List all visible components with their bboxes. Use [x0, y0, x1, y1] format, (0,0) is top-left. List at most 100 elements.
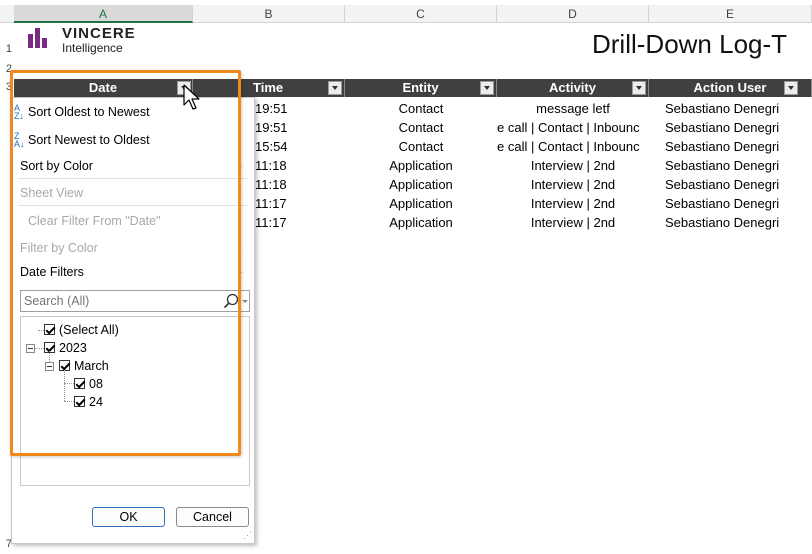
- cell-entity[interactable]: Application: [345, 156, 497, 175]
- header-activity-label: Activity: [549, 80, 596, 95]
- sort-oldest-to-newest[interactable]: A Z↓ Sort Oldest to Newest: [14, 102, 150, 122]
- cell-time[interactable]: 11:18: [255, 156, 287, 175]
- cell-action-user[interactable]: Sebastiano Denegri: [665, 194, 812, 213]
- cell-activity[interactable]: Interview | 2nd: [497, 213, 649, 232]
- collapse-icon[interactable]: [45, 362, 54, 371]
- activity-filter-button[interactable]: [632, 81, 646, 95]
- table-header-row: Date Time Entity Activity Action User: [14, 79, 812, 97]
- column-header-strip: A B C D E: [0, 5, 812, 23]
- clear-filter-label: Clear Filter From "Date": [28, 214, 161, 228]
- chevron-right-icon: ›: [238, 186, 242, 200]
- header-entity: Entity: [345, 79, 497, 97]
- entity-filter-button[interactable]: [480, 81, 494, 95]
- column-header-d[interactable]: D: [497, 5, 649, 23]
- tree-connector: [49, 351, 50, 362]
- cell-activity[interactable]: message letf: [497, 99, 649, 118]
- action-user-filter-button[interactable]: [784, 81, 798, 95]
- cell-action-user[interactable]: Sebastiano Denegri: [665, 137, 812, 156]
- sheet-view-label: Sheet View: [20, 186, 84, 200]
- cell-time[interactable]: 11:18: [255, 175, 287, 194]
- logo-subtitle: Intelligence: [62, 41, 123, 55]
- mouse-pointer-icon: [183, 84, 200, 110]
- report-title: Drill-Down Log-T: [592, 29, 788, 59]
- menu-divider: [18, 178, 248, 179]
- filter-by-color[interactable]: Filter by Color ›: [20, 238, 248, 258]
- chevron-right-icon: ›: [238, 241, 242, 255]
- date-filters[interactable]: Date Filters ›: [20, 262, 248, 282]
- filter-search-input[interactable]: [21, 291, 225, 311]
- cell-action-user[interactable]: Sebastiano Denegri: [665, 213, 812, 232]
- cell-action-user[interactable]: Sebastiano Denegri: [665, 175, 812, 194]
- column-header-c[interactable]: C: [345, 5, 497, 23]
- header-date: Date: [14, 79, 193, 97]
- tree-item-year[interactable]: 2023: [44, 339, 87, 357]
- tree-item-month[interactable]: March: [59, 357, 109, 375]
- header-activity: Activity: [497, 79, 649, 97]
- cell-activity[interactable]: Interview | 2nd: [497, 175, 649, 194]
- sort-asc-label: Sort Oldest to Newest: [28, 105, 150, 119]
- cell-activity[interactable]: e call | Contact | Inbounc: [497, 137, 649, 156]
- checkbox-checked-icon[interactable]: [44, 324, 55, 335]
- cell-time[interactable]: 19:51: [255, 118, 288, 137]
- row-header-2[interactable]: 2: [0, 63, 12, 75]
- chevron-right-icon: ›: [238, 265, 242, 279]
- header-time: Time: [193, 79, 345, 97]
- cell-action-user[interactable]: Sebastiano Denegri: [665, 118, 812, 137]
- cell-entity[interactable]: Application: [345, 194, 497, 213]
- sort-desc-label: Sort Newest to Oldest: [28, 133, 150, 147]
- column-header-a[interactable]: A: [14, 5, 193, 23]
- cell-activity[interactable]: Interview | 2nd: [497, 156, 649, 175]
- tree-connector: [35, 348, 44, 349]
- filter-by-color-label: Filter by Color: [20, 241, 98, 255]
- header-action-user-label: Action User: [693, 80, 767, 95]
- date-filters-label: Date Filters: [20, 265, 84, 279]
- sort-newest-to-oldest[interactable]: Z A↓ Sort Newest to Oldest: [14, 130, 150, 150]
- cell-time[interactable]: 19:51: [255, 99, 288, 118]
- sort-by-color[interactable]: Sort by Color ›: [20, 156, 248, 176]
- cell-entity[interactable]: Contact: [345, 118, 497, 137]
- cell-entity[interactable]: Contact: [345, 99, 497, 118]
- search-options-dropdown[interactable]: [239, 291, 249, 311]
- cell-activity[interactable]: Interview | 2nd: [497, 194, 649, 213]
- cell-entity[interactable]: Contact: [345, 137, 497, 156]
- tree-label-day: 08: [89, 377, 103, 391]
- cell-time[interactable]: 15:54: [255, 137, 288, 156]
- tree-label-day: 24: [89, 395, 103, 409]
- sheet-view[interactable]: Sheet View ›: [20, 183, 248, 203]
- cancel-button[interactable]: Cancel: [176, 507, 249, 527]
- checkbox-checked-icon[interactable]: [74, 396, 85, 407]
- menu-divider: [18, 205, 248, 206]
- header-time-label: Time: [253, 80, 284, 95]
- tree-item-day[interactable]: 24: [74, 393, 103, 411]
- tree-label-month: March: [74, 359, 109, 373]
- checkbox-checked-icon[interactable]: [74, 378, 85, 389]
- tree-item-select-all[interactable]: (Select All): [44, 321, 119, 339]
- header-date-label: Date: [88, 80, 118, 95]
- cell-activity[interactable]: e call | Contact | Inbounc: [497, 118, 649, 137]
- filter-search-box[interactable]: [20, 290, 250, 312]
- search-icon: [223, 293, 239, 309]
- cell-action-user[interactable]: Sebastiano Denegri: [665, 156, 812, 175]
- filter-values-tree: (Select All) 2023 March 08 24: [20, 316, 250, 486]
- cell-action-user[interactable]: Sebastiano Denegri: [665, 99, 812, 118]
- row-header-1[interactable]: 1: [0, 43, 12, 55]
- column-header-b[interactable]: B: [193, 5, 345, 23]
- tree-connector: [64, 370, 65, 401]
- ok-button[interactable]: OK: [92, 507, 165, 527]
- tree-item-day[interactable]: 08: [74, 375, 103, 393]
- time-filter-button[interactable]: [328, 81, 342, 95]
- cell-entity[interactable]: Application: [345, 175, 497, 194]
- row-header-3[interactable]: 3: [0, 81, 12, 93]
- clear-filter-from-date[interactable]: Clear Filter From "Date": [20, 211, 161, 231]
- sort-ascending-icon: A Z↓: [14, 103, 24, 121]
- cell-time[interactable]: 11:17: [255, 213, 287, 232]
- resize-grip-icon[interactable]: ⋰: [243, 530, 252, 541]
- column-header-e[interactable]: E: [649, 5, 812, 23]
- header-entity-label: Entity: [402, 80, 439, 95]
- tree-connector: [64, 401, 74, 402]
- collapse-icon[interactable]: [26, 344, 35, 353]
- cell-entity[interactable]: Application: [345, 213, 497, 232]
- tree-label-year: 2023: [59, 341, 87, 355]
- tree-label-select-all: (Select All): [59, 323, 119, 337]
- cell-time[interactable]: 11:17: [255, 194, 287, 213]
